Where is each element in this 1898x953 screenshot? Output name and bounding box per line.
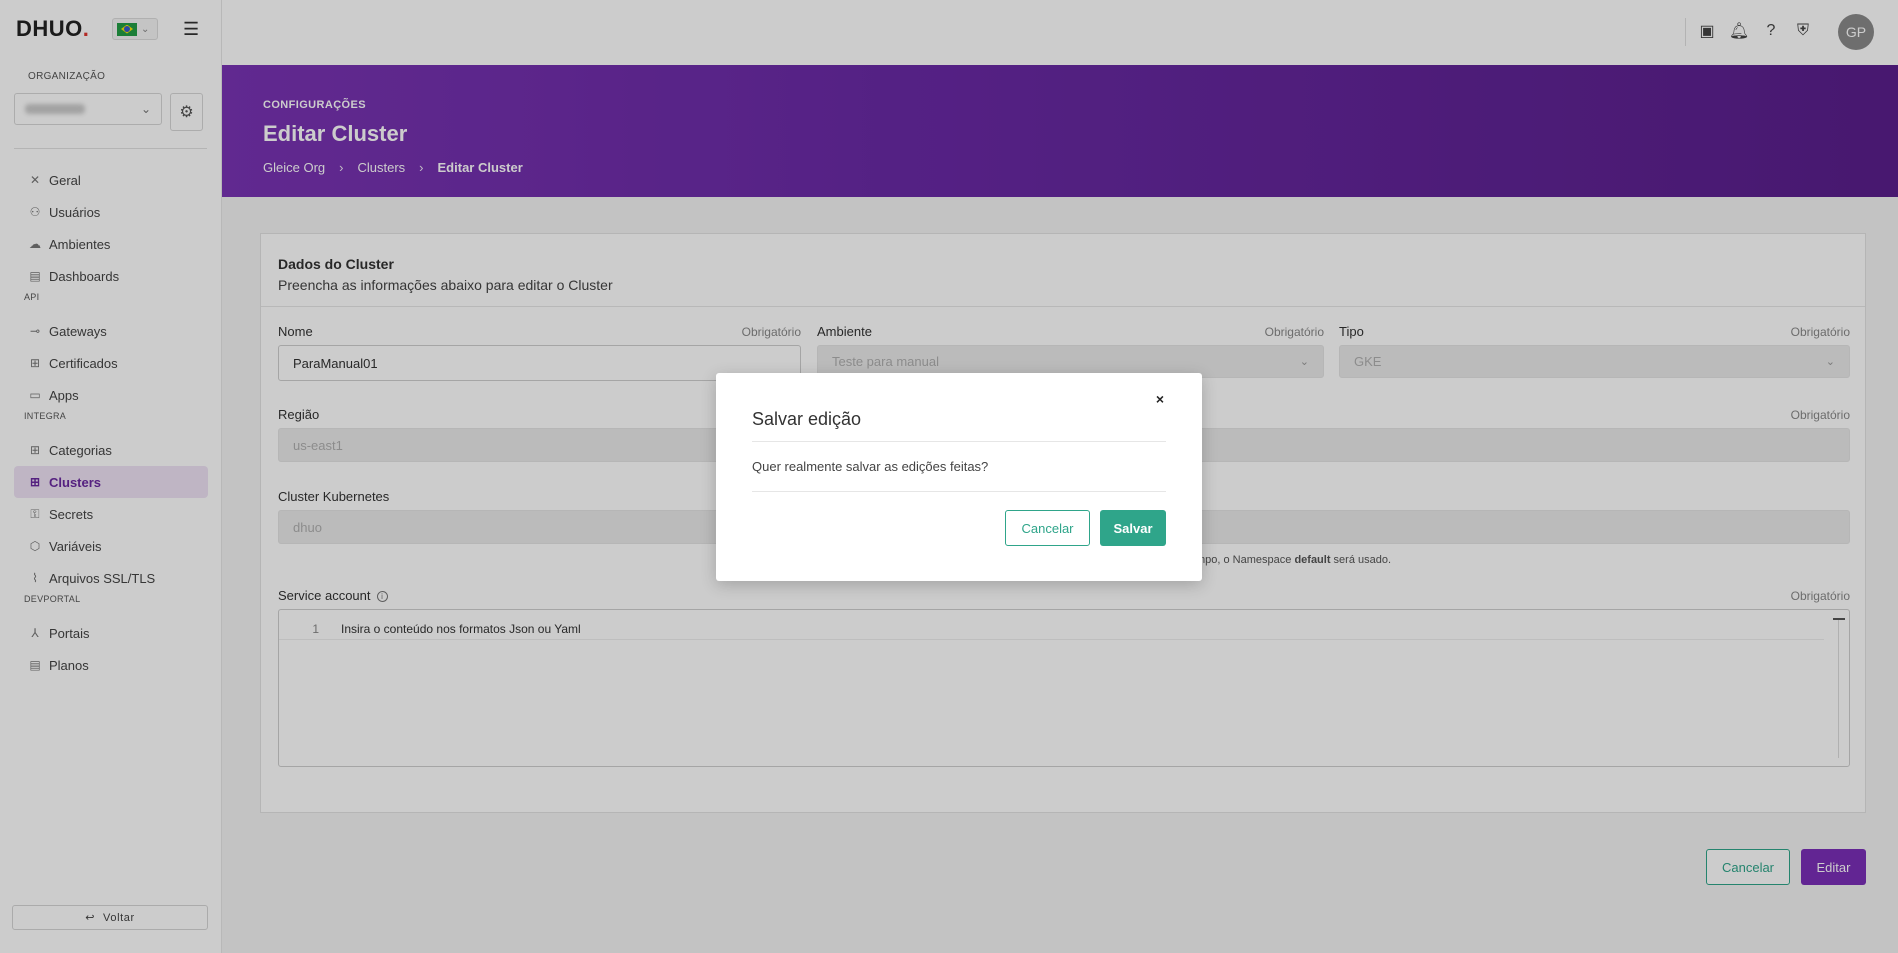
dialog-save-button[interactable]: Salvar	[1100, 510, 1166, 546]
dialog-title: Salvar edição	[752, 409, 862, 429]
dialog-divider	[752, 441, 1166, 442]
save-confirm-dialog: × Salvar edição Quer realmente salvar as…	[716, 373, 1202, 581]
dialog-message: Quer realmente salvar as edições feitas?	[752, 459, 989, 474]
dialog-divider	[752, 491, 1166, 492]
dialog-cancel-button[interactable]: Cancelar	[1005, 510, 1090, 546]
close-icon[interactable]: ×	[1156, 391, 1164, 407]
